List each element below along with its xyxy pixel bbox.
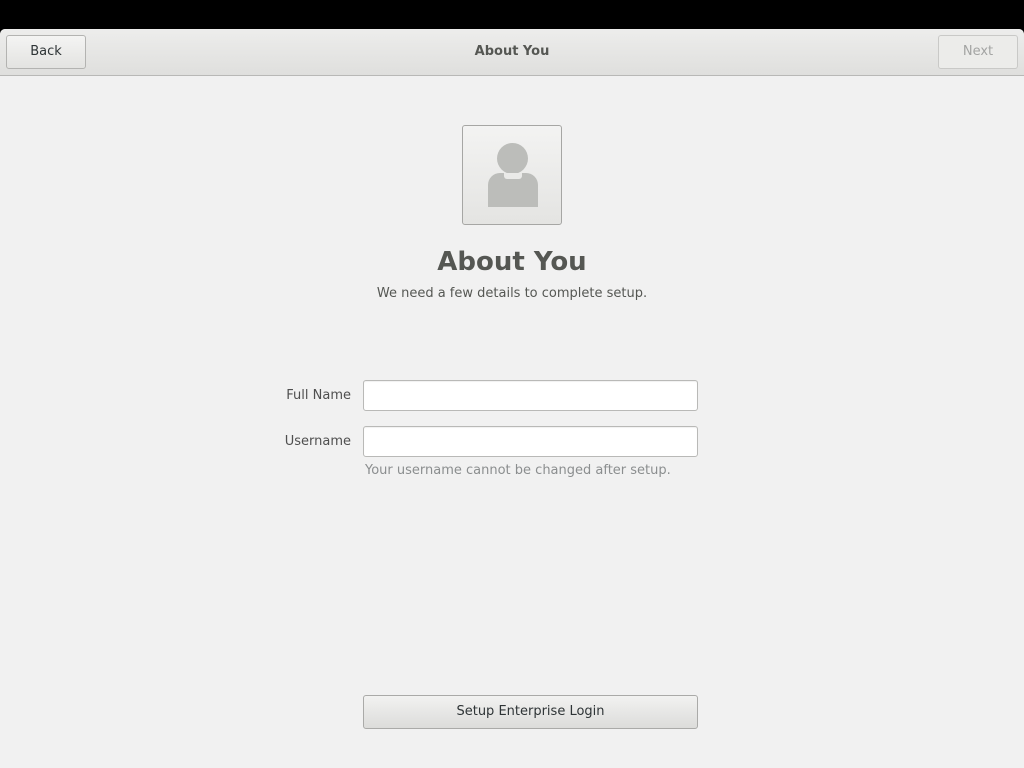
page-subtitle: We need a few details to complete setup. — [376, 286, 648, 301]
avatar-placeholder-icon-collar — [504, 173, 522, 179]
page-title: About You — [437, 247, 587, 277]
setup-window: Back About You Next About You We need a … — [0, 29, 1024, 768]
headerbar-title: About You — [474, 44, 550, 59]
setup-enterprise-login-button[interactable]: Setup Enterprise Login — [363, 695, 698, 729]
full-name-field[interactable] — [363, 380, 698, 411]
avatar-button[interactable] — [462, 125, 562, 225]
username-hint: Your username cannot be changed after se… — [365, 463, 671, 478]
full-name-label: Full Name — [286, 388, 351, 403]
avatar-placeholder-icon — [497, 143, 528, 174]
headerbar: Back About You Next — [0, 29, 1024, 76]
username-field[interactable] — [363, 426, 698, 457]
username-label: Username — [284, 434, 351, 449]
next-button[interactable]: Next — [938, 35, 1018, 69]
